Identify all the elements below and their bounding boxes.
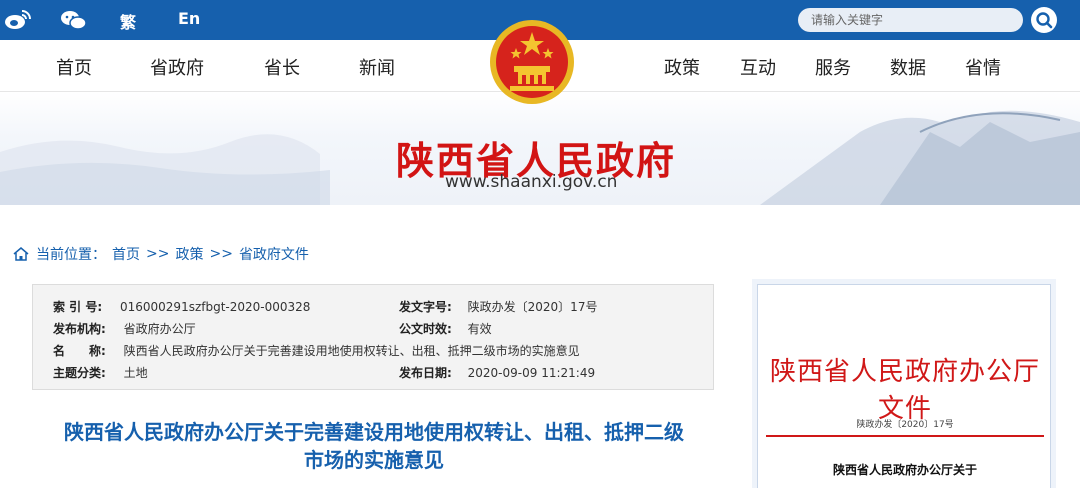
breadcrumb: 当前位置： 首页 >> 政策 >> 省政府文件: [12, 244, 309, 264]
traditional-chinese-link[interactable]: 繁: [120, 9, 136, 33]
home-icon: [13, 247, 29, 261]
doc-number-value: 陕政办发〔2020〕17号: [467, 300, 598, 314]
breadcrumb-separator: >>: [209, 246, 233, 262]
english-link[interactable]: En: [178, 9, 200, 28]
search-icon: [1036, 12, 1053, 29]
doc-number-label: 发文字号:: [399, 300, 452, 314]
document-info-box: 索 引 号: 016000291szfbgt-2020-000328 发文字号:…: [32, 284, 714, 390]
preview-subtitle: 陕西省人民政府办公厅关于: [832, 463, 977, 477]
name-label: 名 称:: [53, 344, 106, 358]
publish-date-label: 发布日期:: [399, 366, 452, 380]
nav-item-services[interactable]: 服务: [815, 54, 851, 80]
breadcrumb-item-provincial-docs[interactable]: 省政府文件: [239, 244, 309, 264]
index-value: 016000291szfbgt-2020-000328: [119, 300, 311, 314]
issuer-value: 省政府办公厅: [123, 322, 196, 336]
validity-label: 公文时效:: [399, 322, 452, 336]
document-preview-image[interactable]: 陕西省人民政府办公厅文件 陕政办发〔2020〕17号 陕西省人民政府办公厅关于: [757, 284, 1051, 488]
name-value: 陕西省人民政府办公厅关于完善建设用地使用权转让、出租、抵押二级市场的实施意见: [123, 344, 580, 358]
nav-item-data[interactable]: 数据: [890, 54, 926, 80]
nav-item-home[interactable]: 首页: [56, 54, 92, 80]
validity-value: 有效: [467, 322, 492, 336]
document-title-line-2: 市场的实施意见: [304, 448, 444, 472]
topic-label: 主题分类:: [53, 366, 106, 380]
nav-item-interaction[interactable]: 互动: [740, 54, 776, 80]
weibo-link[interactable]: [4, 0, 32, 40]
publish-date-value: 2020-09-09 11:21:49: [467, 366, 596, 380]
breadcrumb-item-home[interactable]: 首页: [112, 244, 140, 264]
nav-item-news[interactable]: 新闻: [359, 54, 395, 80]
search-button[interactable]: [1031, 7, 1057, 33]
preview-doc-number: 陕政办发〔2020〕17号: [856, 420, 954, 430]
breadcrumb-separator: >>: [146, 246, 170, 262]
site-url[interactable]: www.shaanxi.gov.cn: [445, 172, 617, 192]
preview-header: 陕西省人民政府办公厅文件: [769, 357, 1040, 424]
topic-value: 土地: [123, 366, 148, 380]
breadcrumb-item-policy[interactable]: 政策: [175, 244, 203, 264]
nav-item-governor[interactable]: 省长: [264, 54, 300, 80]
nav-item-province-overview[interactable]: 省情: [965, 54, 1001, 80]
breadcrumb-prefix: 当前位置：: [36, 247, 106, 263]
index-label: 索 引 号:: [53, 300, 103, 314]
weibo-icon: [5, 10, 31, 29]
nav-item-provincial-government[interactable]: 省政府: [150, 54, 204, 80]
wechat-icon: [61, 11, 87, 30]
document-title-line-1: 陕西省人民政府办公厅关于完善建设用地使用权转让、出租、抵押二级: [64, 420, 684, 444]
nav-item-policy[interactable]: 政策: [664, 54, 700, 80]
search-input[interactable]: 请输入关键字: [798, 8, 1023, 32]
wechat-link[interactable]: [60, 0, 88, 40]
preview-red-rule: [766, 435, 1044, 437]
national-emblem-icon: [490, 20, 574, 104]
issuer-label: 发布机构:: [53, 322, 106, 336]
